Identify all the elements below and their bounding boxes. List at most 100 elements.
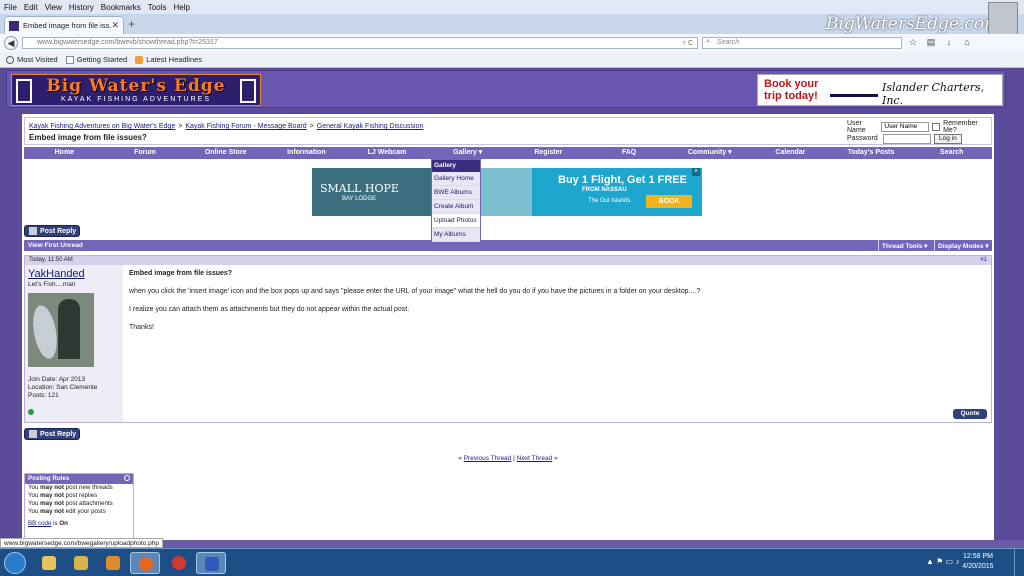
reload-icon[interactable]: ▿ C bbox=[682, 39, 693, 47]
post-reply-button[interactable]: Post Reply bbox=[24, 428, 80, 440]
post-paragraph: when you click the 'insert image' icon a… bbox=[129, 288, 701, 295]
menu-item-create-album[interactable]: Create Album bbox=[432, 200, 480, 214]
clock[interactable]: 12:58 PM 4/20/2015 bbox=[948, 552, 1008, 572]
thread-tools-menu[interactable]: Thread Tools ▾ bbox=[882, 242, 927, 250]
nav-search[interactable]: Search bbox=[911, 147, 992, 159]
start-button[interactable] bbox=[4, 552, 26, 574]
download-icon[interactable]: ↓ bbox=[942, 37, 956, 48]
menu-item-gallery-home[interactable]: Gallery Home bbox=[432, 172, 480, 186]
site-logo[interactable]: Big Water's Edge KAYAK FISHING ADVENTURE… bbox=[11, 74, 261, 106]
gear-icon bbox=[6, 55, 14, 64]
next-thread-link[interactable]: Next Thread bbox=[517, 455, 553, 462]
search-icon: ⌕ bbox=[706, 38, 710, 45]
post-reply-label: Post Reply bbox=[40, 430, 77, 438]
nav-home[interactable]: Home bbox=[24, 147, 105, 159]
posting-rules-box: Posting Rules You may not post new threa… bbox=[24, 473, 134, 539]
nav-forum[interactable]: Forum bbox=[105, 147, 186, 159]
collapse-icon[interactable] bbox=[124, 475, 130, 481]
rule-line: You may not post replies bbox=[28, 492, 98, 499]
menu-item-bwe-albums[interactable]: BWE Albums bbox=[432, 186, 480, 200]
nav-todays-posts[interactable]: Today's Posts bbox=[831, 147, 912, 159]
new-tab-icon[interactable]: + bbox=[128, 17, 135, 31]
nav-gallery[interactable]: Gallery ▾ bbox=[427, 147, 508, 159]
nav-separator: | bbox=[513, 455, 515, 462]
taskbar-word[interactable] bbox=[196, 552, 226, 574]
show-desktop-button[interactable] bbox=[1014, 549, 1024, 576]
username-label: User Name bbox=[847, 119, 866, 134]
username-field[interactable] bbox=[881, 121, 930, 132]
menu-bar: File Edit View History Bookmarks Tools H… bbox=[0, 0, 1024, 14]
menu-history[interactable]: History bbox=[69, 3, 94, 12]
avatar[interactable] bbox=[28, 293, 94, 367]
reply-icon bbox=[29, 430, 37, 438]
post-paragraph: I realize you can attach them as attachm… bbox=[129, 306, 410, 313]
display-modes-menu[interactable]: Display Modes ▾ bbox=[938, 242, 989, 250]
breadcrumb-link[interactable]: Kayak Fishing Forum - Message Board bbox=[185, 123, 306, 130]
watermark: BigWatersEdge.com bbox=[826, 14, 1001, 34]
ad-brand: Islander Charters, Inc. bbox=[882, 81, 985, 107]
view-first-unread-link[interactable]: View First Unread bbox=[28, 242, 83, 249]
nav-online-store[interactable]: Online Store bbox=[185, 147, 266, 159]
posting-rules-title: Posting Rules bbox=[28, 475, 70, 482]
firefox-icon bbox=[139, 557, 153, 571]
bookmark-getting-started[interactable]: Getting Started bbox=[65, 55, 127, 64]
site-nav: Home Forum Online Store Information LJ W… bbox=[24, 147, 992, 159]
menu-item-my-albums[interactable]: My Albums bbox=[432, 228, 480, 242]
browser-tab[interactable]: Embed image from file iss... ✕ bbox=[4, 16, 124, 34]
menu-view[interactable]: View bbox=[45, 3, 62, 12]
nav-community[interactable]: Community ▾ bbox=[669, 147, 750, 159]
menu-help[interactable]: Help bbox=[173, 3, 189, 12]
username-link[interactable]: YakHanded bbox=[28, 268, 120, 280]
bookmark-star-icon[interactable]: ☆ bbox=[906, 37, 920, 48]
menu-tools[interactable]: Tools bbox=[148, 3, 167, 12]
post-reply-button[interactable]: Post Reply bbox=[24, 225, 80, 237]
header-ad[interactable]: Book your trip today! Islander Charters,… bbox=[757, 74, 1003, 107]
close-tab-icon[interactable]: ✕ bbox=[111, 20, 119, 31]
nav-faq[interactable]: FAQ bbox=[589, 147, 670, 159]
remember-me-label: Remember Me? bbox=[943, 119, 978, 134]
previous-thread-link[interactable]: Previous Thread bbox=[464, 455, 512, 462]
taskbar-media[interactable] bbox=[98, 552, 128, 574]
nav-webcam[interactable]: LJ Webcam bbox=[347, 147, 428, 159]
nav-information[interactable]: Information bbox=[266, 147, 347, 159]
bookmarks-list-icon[interactable]: ▤ bbox=[924, 37, 938, 48]
menu-edit[interactable]: Edit bbox=[24, 3, 38, 12]
home-icon[interactable]: ⌂ bbox=[960, 37, 974, 48]
remember-me-checkbox[interactable] bbox=[932, 122, 941, 131]
back-icon[interactable]: ◀ bbox=[4, 36, 18, 50]
post-body: Embed image from file issues? when you c… bbox=[129, 270, 989, 331]
taskbar-firefox[interactable] bbox=[130, 552, 160, 574]
nav-register[interactable]: Register bbox=[508, 147, 589, 159]
breadcrumb-link[interactable]: General Kayak Fishing Discussion bbox=[317, 123, 424, 130]
bookmark-latest-headlines[interactable]: Latest Headlines bbox=[135, 55, 202, 64]
ad-close-icon[interactable]: × bbox=[692, 168, 700, 176]
login-button[interactable]: Log in bbox=[934, 133, 962, 144]
bbcode-link[interactable]: BB code bbox=[28, 520, 51, 527]
bookmark-most-visited[interactable]: Most Visited bbox=[6, 55, 58, 64]
nav-calendar[interactable]: Calendar bbox=[750, 147, 831, 159]
status-bar: www.bigwatersedge.com/bwegallery/uploadp… bbox=[0, 538, 164, 548]
taskbar-chrome[interactable] bbox=[164, 552, 194, 574]
taskbar: ▲ ⚑ ▭ ♪ 12:58 PM 4/20/2015 bbox=[0, 548, 1024, 576]
password-field[interactable] bbox=[883, 133, 931, 144]
taskbar-explorer[interactable] bbox=[34, 552, 64, 574]
menu-item-upload-photos[interactable]: Upload Photos bbox=[432, 214, 480, 228]
quote-button[interactable]: Quote bbox=[953, 409, 987, 419]
post-number-link[interactable]: #1 bbox=[980, 257, 987, 263]
rule-line: You may not post new threads bbox=[28, 484, 113, 491]
clock-date: 4/20/2015 bbox=[962, 563, 994, 570]
fish-shape bbox=[29, 303, 61, 361]
search-input[interactable]: ⌕ Search bbox=[702, 37, 902, 49]
url-bar[interactable]: www.bigwatersedge.com/bwevb/showthread.p… bbox=[22, 37, 698, 49]
post-reply-label: Post Reply bbox=[40, 227, 77, 235]
ad-book-button[interactable]: BOOK bbox=[646, 195, 692, 208]
menu-file[interactable]: File bbox=[4, 3, 17, 12]
menu-bookmarks[interactable]: Bookmarks bbox=[101, 3, 141, 12]
ad-partner: The Out Islands bbox=[588, 198, 631, 204]
divider bbox=[878, 240, 879, 251]
breadcrumb-link[interactable]: Kayak Fishing Adventures on Big Water's … bbox=[29, 123, 175, 130]
rule-line: You may not post attachments bbox=[28, 500, 113, 507]
banner-ad[interactable]: SMALL HOPE BAY LODGE Buy 1 Flight, Get 1… bbox=[312, 168, 702, 216]
taskbar-folder[interactable] bbox=[66, 552, 96, 574]
ad-line-2: trip today! bbox=[764, 90, 818, 102]
